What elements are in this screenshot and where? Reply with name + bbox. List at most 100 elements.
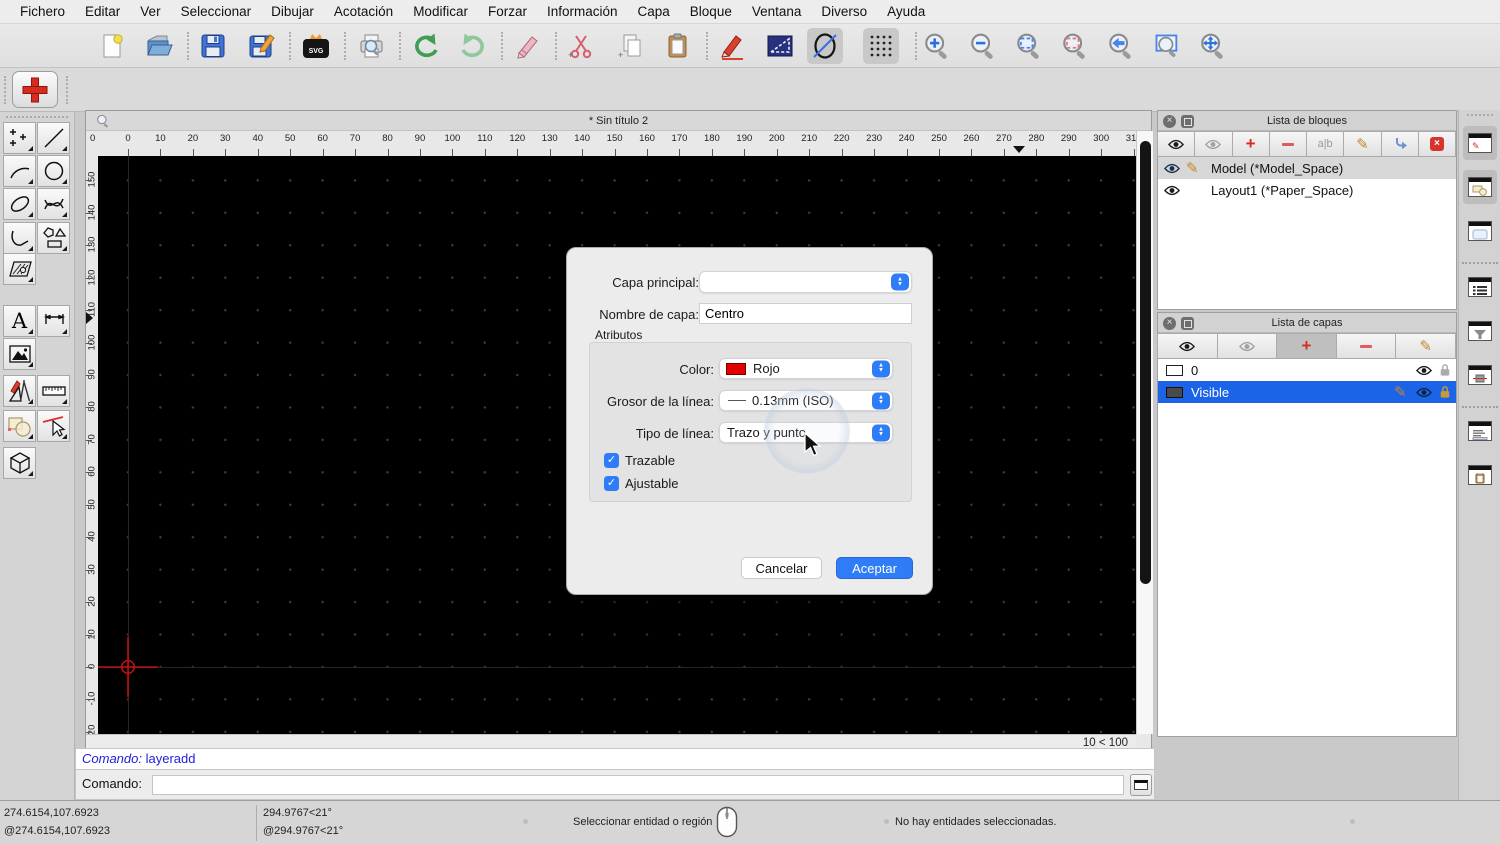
- snappable-checkbox[interactable]: ✓: [604, 476, 619, 491]
- menu-item[interactable]: Modificar: [403, 0, 478, 24]
- detach-icon[interactable]: [1181, 115, 1194, 128]
- visibility-eye-icon[interactable]: [1416, 365, 1432, 376]
- menu-item[interactable]: Ver: [130, 0, 170, 24]
- add-layer-action-button[interactable]: [12, 71, 58, 108]
- save-as-button[interactable]: [243, 28, 279, 64]
- construction-lines-toggle[interactable]: [807, 28, 843, 64]
- copy-button[interactable]: +: [612, 28, 648, 64]
- add-layer-button[interactable]: +: [1276, 333, 1337, 359]
- menu-item[interactable]: Dibujar: [261, 0, 324, 24]
- grid-snap-toggle[interactable]: [863, 28, 899, 64]
- cut-button[interactable]: +: [563, 28, 599, 64]
- accept-button[interactable]: Aceptar: [836, 557, 913, 579]
- visibility-eye-icon[interactable]: [1164, 163, 1180, 174]
- tool-solid-3d[interactable]: [3, 447, 36, 479]
- tool-image[interactable]: [3, 338, 36, 370]
- distance-measure-button[interactable]: [762, 28, 798, 64]
- tool-ellipse[interactable]: [3, 188, 36, 220]
- tool-select[interactable]: [37, 410, 70, 442]
- menu-item[interactable]: Acotación: [324, 0, 403, 24]
- block-row-layout1[interactable]: Layout1 (*Paper_Space): [1158, 179, 1456, 201]
- zoom-window-button[interactable]: [1149, 28, 1185, 64]
- zoom-out-button[interactable]: [965, 28, 1001, 64]
- dock-clipboard-button[interactable]: [1463, 458, 1497, 492]
- plottable-checkbox[interactable]: ✓: [604, 453, 619, 468]
- insert-block-button[interactable]: [1380, 131, 1419, 157]
- menu-item[interactable]: Información: [537, 0, 628, 24]
- tool-arc[interactable]: [3, 155, 36, 187]
- tool-polygon[interactable]: [37, 222, 70, 254]
- tool-dimension[interactable]: [37, 305, 70, 337]
- dock-entity-list-button[interactable]: [1463, 270, 1497, 304]
- open-file-button[interactable]: [141, 28, 177, 64]
- layer-name-input[interactable]: [699, 303, 912, 324]
- dock-pen-palette-button[interactable]: [1463, 358, 1497, 392]
- tool-hatch[interactable]: [3, 253, 36, 285]
- dock-block-list-button[interactable]: ✎: [1463, 126, 1497, 160]
- zoom-auto-button[interactable]: [1011, 28, 1047, 64]
- add-block-button[interactable]: +: [1231, 131, 1270, 157]
- zoom-in-button[interactable]: [919, 28, 955, 64]
- menu-item[interactable]: Ventana: [742, 0, 812, 24]
- parent-layer-dropdown[interactable]: ▲ ▼: [699, 271, 912, 293]
- save-button[interactable]: [195, 28, 231, 64]
- block-row-model[interactable]: ✎ Model (*Model_Space): [1158, 157, 1456, 179]
- delete-block-button[interactable]: ×: [1417, 131, 1456, 157]
- command-dock-toggle-button[interactable]: [1130, 774, 1152, 796]
- tool-text[interactable]: A: [3, 305, 36, 337]
- undo-button[interactable]: [408, 28, 444, 64]
- menu-item[interactable]: Bloque: [680, 0, 742, 24]
- attributes-pencil-button[interactable]: [715, 28, 751, 64]
- export-svg-button[interactable]: SVG: [298, 28, 334, 64]
- vertical-scrollbar[interactable]: [1136, 131, 1153, 734]
- menu-item[interactable]: Forzar: [478, 0, 537, 24]
- tool-measure[interactable]: [37, 375, 70, 407]
- tool-line[interactable]: [37, 122, 70, 154]
- menu-item[interactable]: Diverso: [811, 0, 877, 24]
- drawing-window-titlebar[interactable]: * Sin título 2: [86, 111, 1151, 131]
- tool-draw-edit[interactable]: [3, 375, 36, 407]
- close-icon[interactable]: ×: [1163, 317, 1176, 330]
- menu-item[interactable]: Editar: [75, 0, 130, 24]
- menu-item[interactable]: Fichero: [10, 0, 75, 24]
- detach-icon[interactable]: [1181, 317, 1194, 330]
- edit-layer-button[interactable]: ✎: [1395, 333, 1456, 359]
- show-all-layers-button[interactable]: [1157, 333, 1218, 359]
- cancel-button[interactable]: Cancelar: [741, 557, 822, 579]
- color-dropdown[interactable]: Rojo ▲ ▼: [719, 358, 893, 379]
- show-all-blocks-button[interactable]: [1157, 131, 1196, 157]
- scrollbar-thumb[interactable]: [1140, 141, 1151, 584]
- rename-block-button[interactable]: a|b: [1306, 131, 1345, 157]
- hide-all-layers-button[interactable]: [1216, 333, 1278, 359]
- redo-button[interactable]: [455, 28, 491, 64]
- lock-icon[interactable]: [1439, 385, 1451, 399]
- visibility-eye-icon[interactable]: [1416, 387, 1432, 398]
- lock-icon[interactable]: [1439, 363, 1451, 377]
- zoom-back-button[interactable]: [1103, 28, 1139, 64]
- revert-action-button[interactable]: [510, 28, 546, 64]
- visibility-eye-icon[interactable]: [1164, 185, 1180, 196]
- dock-layer-list-button[interactable]: [1463, 170, 1497, 204]
- command-input[interactable]: [152, 775, 1124, 795]
- print-preview-button[interactable]: [353, 28, 389, 64]
- dock-library-browser-button[interactable]: [1463, 214, 1497, 248]
- menu-item[interactable]: Capa: [628, 0, 680, 24]
- tool-polyline[interactable]: [3, 222, 36, 254]
- layer-row-0[interactable]: 0: [1158, 359, 1456, 381]
- dock-filter-button[interactable]: [1463, 314, 1497, 348]
- close-icon[interactable]: ×: [1163, 115, 1176, 128]
- tool-circle[interactable]: [37, 155, 70, 187]
- edit-block-button[interactable]: ✎: [1343, 131, 1382, 157]
- menu-item[interactable]: Seleccionar: [171, 0, 262, 24]
- paste-button[interactable]: [659, 28, 695, 64]
- zoom-pan-button[interactable]: [1195, 28, 1231, 64]
- dock-command-history-button[interactable]: [1463, 414, 1497, 448]
- menu-item[interactable]: Ayuda: [877, 0, 935, 24]
- layer-row-visible[interactable]: Visible ✎: [1158, 381, 1456, 403]
- tool-modify-shapes[interactable]: [3, 410, 36, 442]
- tool-spline[interactable]: [37, 188, 70, 220]
- zoom-previous-view-button[interactable]: [1057, 28, 1093, 64]
- remove-layer-button[interactable]: [1335, 333, 1397, 359]
- hide-all-blocks-button[interactable]: [1194, 131, 1233, 157]
- new-document-button[interactable]: [94, 28, 130, 64]
